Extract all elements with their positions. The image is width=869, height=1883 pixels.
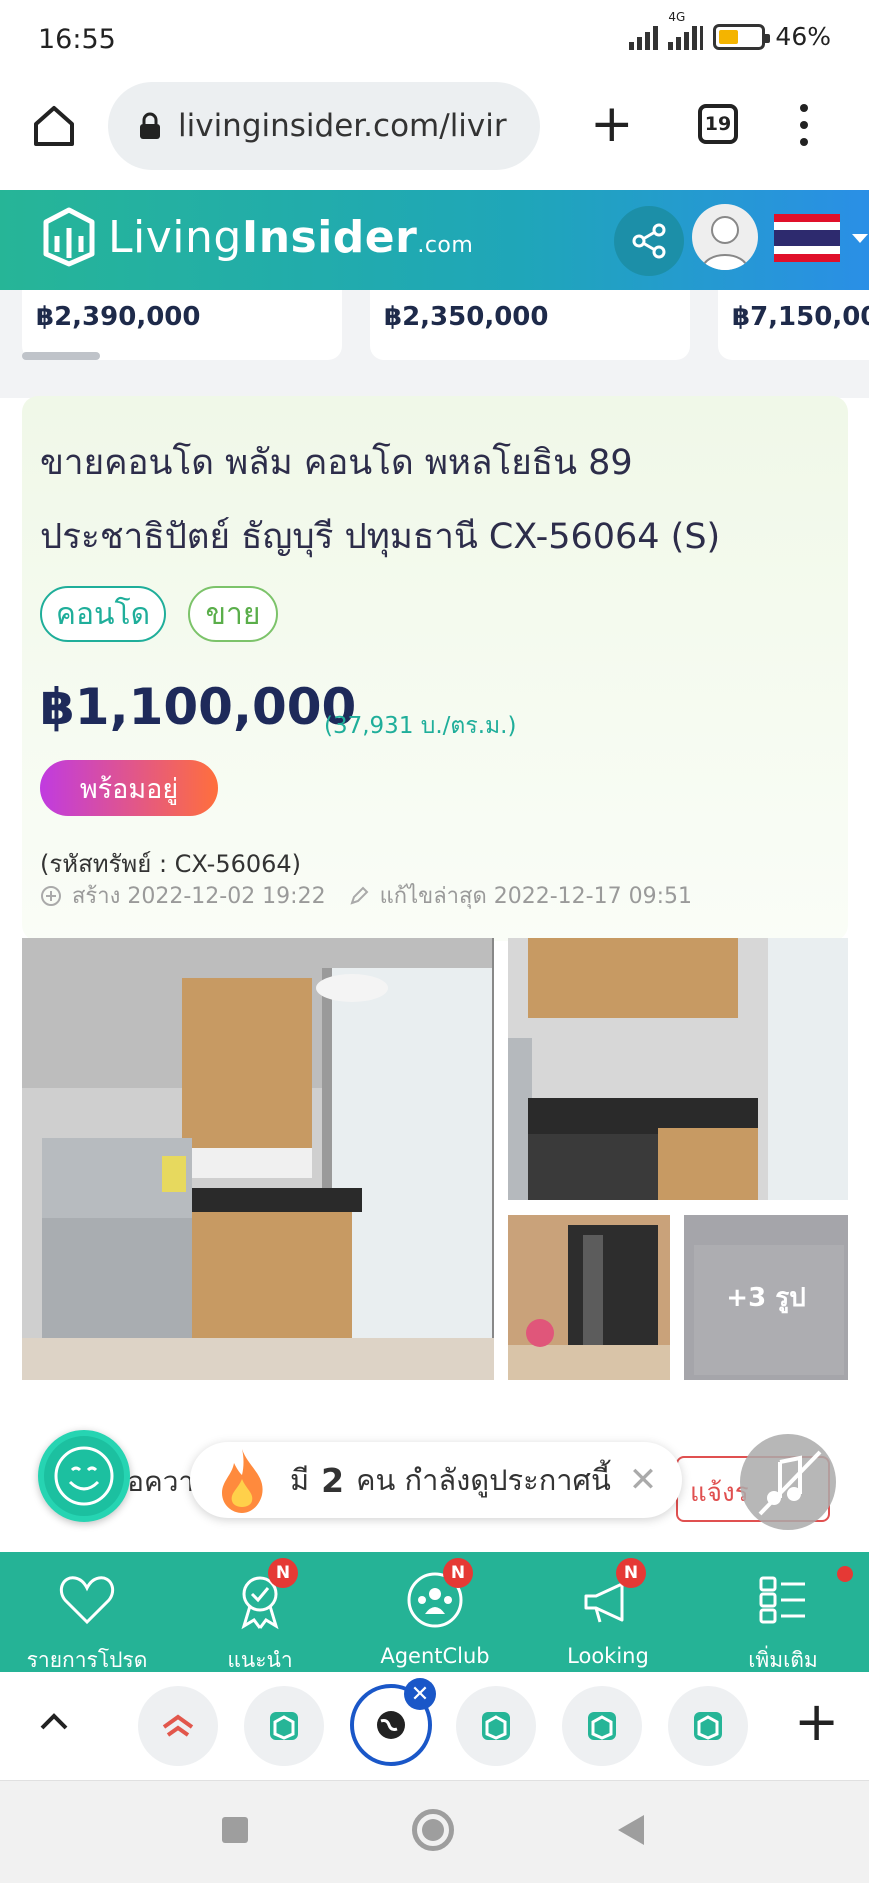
livinginsider-favicon-icon (694, 1712, 722, 1740)
nav-agentclub[interactable]: N AgentClub (374, 1552, 496, 1672)
nav-more[interactable]: เพิ่มเติม (722, 1552, 853, 1672)
avatar[interactable] (692, 204, 758, 270)
site-header: LivingInsider.com (0, 190, 869, 290)
more-photos-label: +3 รูป (684, 1215, 848, 1380)
viewers-count: 2 (321, 1460, 345, 1500)
livinginsider-favicon-icon (588, 1712, 616, 1740)
photo-more[interactable]: +3 รูป (684, 1215, 848, 1380)
home-icon[interactable] (30, 102, 78, 150)
url-text: livinginsider.com/livir (178, 108, 507, 144)
related-card[interactable]: ฿2,350,000 (370, 290, 690, 360)
logo-text-suffix: .com (417, 232, 474, 258)
signal-icon (629, 24, 659, 50)
related-listings-carousel[interactable]: ฿2,390,000 ฿2,350,000 ฿7,150,00 (0, 290, 869, 398)
new-badge: N (268, 1558, 298, 1588)
share-icon (632, 223, 666, 259)
mute-icon (758, 1450, 822, 1516)
photo-kitchen[interactable] (508, 938, 848, 1200)
logo-mark-icon (43, 207, 95, 267)
pencil-icon (350, 886, 369, 905)
new-badge: N (443, 1558, 473, 1588)
chevron-up-icon[interactable] (38, 1712, 70, 1732)
related-price: ฿2,350,000 (384, 302, 549, 332)
carousel-scroll-indicator (22, 352, 100, 360)
plus-circle-icon (41, 885, 61, 906)
site-bottom-nav: รายการโปรด N แนะนำ N AgentClub N Looking… (0, 1552, 869, 1672)
viewers-suffix: คน กำลังดูประกาศนี้ (356, 1463, 611, 1497)
viewers-toast: มี 2 คน กำลังดูประกาศนี้ ✕ (190, 1442, 682, 1518)
thai-flag-icon[interactable] (774, 214, 840, 262)
android-navigation-bar (0, 1780, 869, 1883)
nav-looking[interactable]: N Looking (548, 1552, 668, 1672)
new-badge: N (616, 1558, 646, 1588)
logo-text-living: Living (108, 211, 242, 263)
tag-sale[interactable]: ขาย (188, 586, 278, 642)
livinginsider-logo[interactable]: LivingInsider.com (42, 206, 473, 268)
network-type: 4G (668, 9, 686, 24)
tab-strip: ✕ + (0, 1672, 869, 1780)
battery-icon (713, 23, 771, 50)
globe-icon (377, 1711, 405, 1739)
lock-icon (140, 112, 160, 139)
chevron-down-icon[interactable] (852, 234, 868, 243)
user-icon (701, 216, 749, 270)
listing-price: ฿1,100,000 (40, 678, 357, 736)
related-card[interactable]: ฿2,390,000 (22, 290, 342, 360)
heart-icon (59, 1576, 115, 1625)
list-icon (759, 1576, 805, 1624)
photo-room[interactable] (508, 1215, 670, 1380)
home-nav-icon[interactable] (412, 1809, 454, 1851)
back-icon[interactable] (618, 1815, 644, 1845)
fire-icon (222, 1449, 263, 1513)
related-card[interactable]: ฿7,150,00 (718, 290, 869, 360)
logo-text-insider: Insider (241, 211, 418, 263)
add-tab-button[interactable]: + (794, 1690, 839, 1753)
status-badge: พร้อมอยู่ (40, 760, 218, 816)
listing-header-card: ขายคอนโด พลัม คอนโด พหลโยธิน 89 ประชาธิป… (22, 396, 848, 941)
site-favicon-icon (162, 1714, 194, 1737)
sound-toggle-button[interactable] (740, 1434, 836, 1530)
nav-favorites[interactable]: รายการโปรด (27, 1552, 147, 1672)
viewers-prefix: มี (290, 1463, 310, 1497)
recents-icon[interactable] (222, 1817, 248, 1843)
related-price: ฿7,150,00 (732, 302, 869, 332)
listing-title: ขายคอนโด พลัม คอนโด พหลโยธิน 89 ประชาธิป… (40, 443, 721, 557)
tab-thumbnail[interactable] (668, 1686, 748, 1766)
clock: 16:55 (38, 24, 116, 55)
edited-date: แก้ไขล่าสุด 2022-12-17 09:51 (379, 884, 692, 909)
status-bar: 16:55 4G 46% (0, 0, 869, 78)
tab-thumbnail[interactable] (562, 1686, 642, 1766)
address-bar[interactable]: livinginsider.com/livir (108, 82, 540, 170)
tab-switcher-button[interactable]: 19 (698, 104, 738, 144)
battery-percent: 46% (775, 22, 831, 51)
livinginsider-favicon-icon (270, 1712, 298, 1740)
notification-dot (837, 1566, 853, 1582)
created-date: สร้าง 2022-12-02 19:22 (72, 884, 326, 909)
nav-label: AgentClub (380, 1644, 490, 1668)
livinginsider-favicon-icon (482, 1712, 510, 1740)
tab-thumbnail[interactable] (244, 1686, 324, 1766)
new-tab-button[interactable]: + (590, 98, 634, 150)
close-icon[interactable]: ✕ (629, 1460, 658, 1500)
close-tab-icon[interactable]: ✕ (404, 1678, 436, 1710)
chat-button[interactable] (38, 1430, 130, 1522)
tab-thumbnail[interactable] (138, 1686, 218, 1766)
smiley-icon (54, 1446, 114, 1506)
nav-label: Looking (567, 1644, 649, 1668)
tab-thumbnail[interactable] (456, 1686, 536, 1766)
price-per-sqm: (37,931 บ./ตร.ม.) (324, 713, 517, 739)
share-button[interactable] (614, 206, 684, 276)
tag-condo[interactable]: คอนโด (40, 586, 166, 642)
related-price: ฿2,390,000 (36, 302, 201, 332)
menu-icon[interactable] (800, 104, 814, 155)
nav-recommended[interactable]: N แนะนำ (200, 1552, 320, 1672)
tab-thumbnail-active[interactable]: ✕ (350, 1678, 436, 1766)
signal-4g-icon: 4G (668, 10, 704, 50)
photo-main[interactable] (22, 938, 494, 1380)
browser-toolbar: livinginsider.com/livir + 19 (0, 78, 869, 190)
